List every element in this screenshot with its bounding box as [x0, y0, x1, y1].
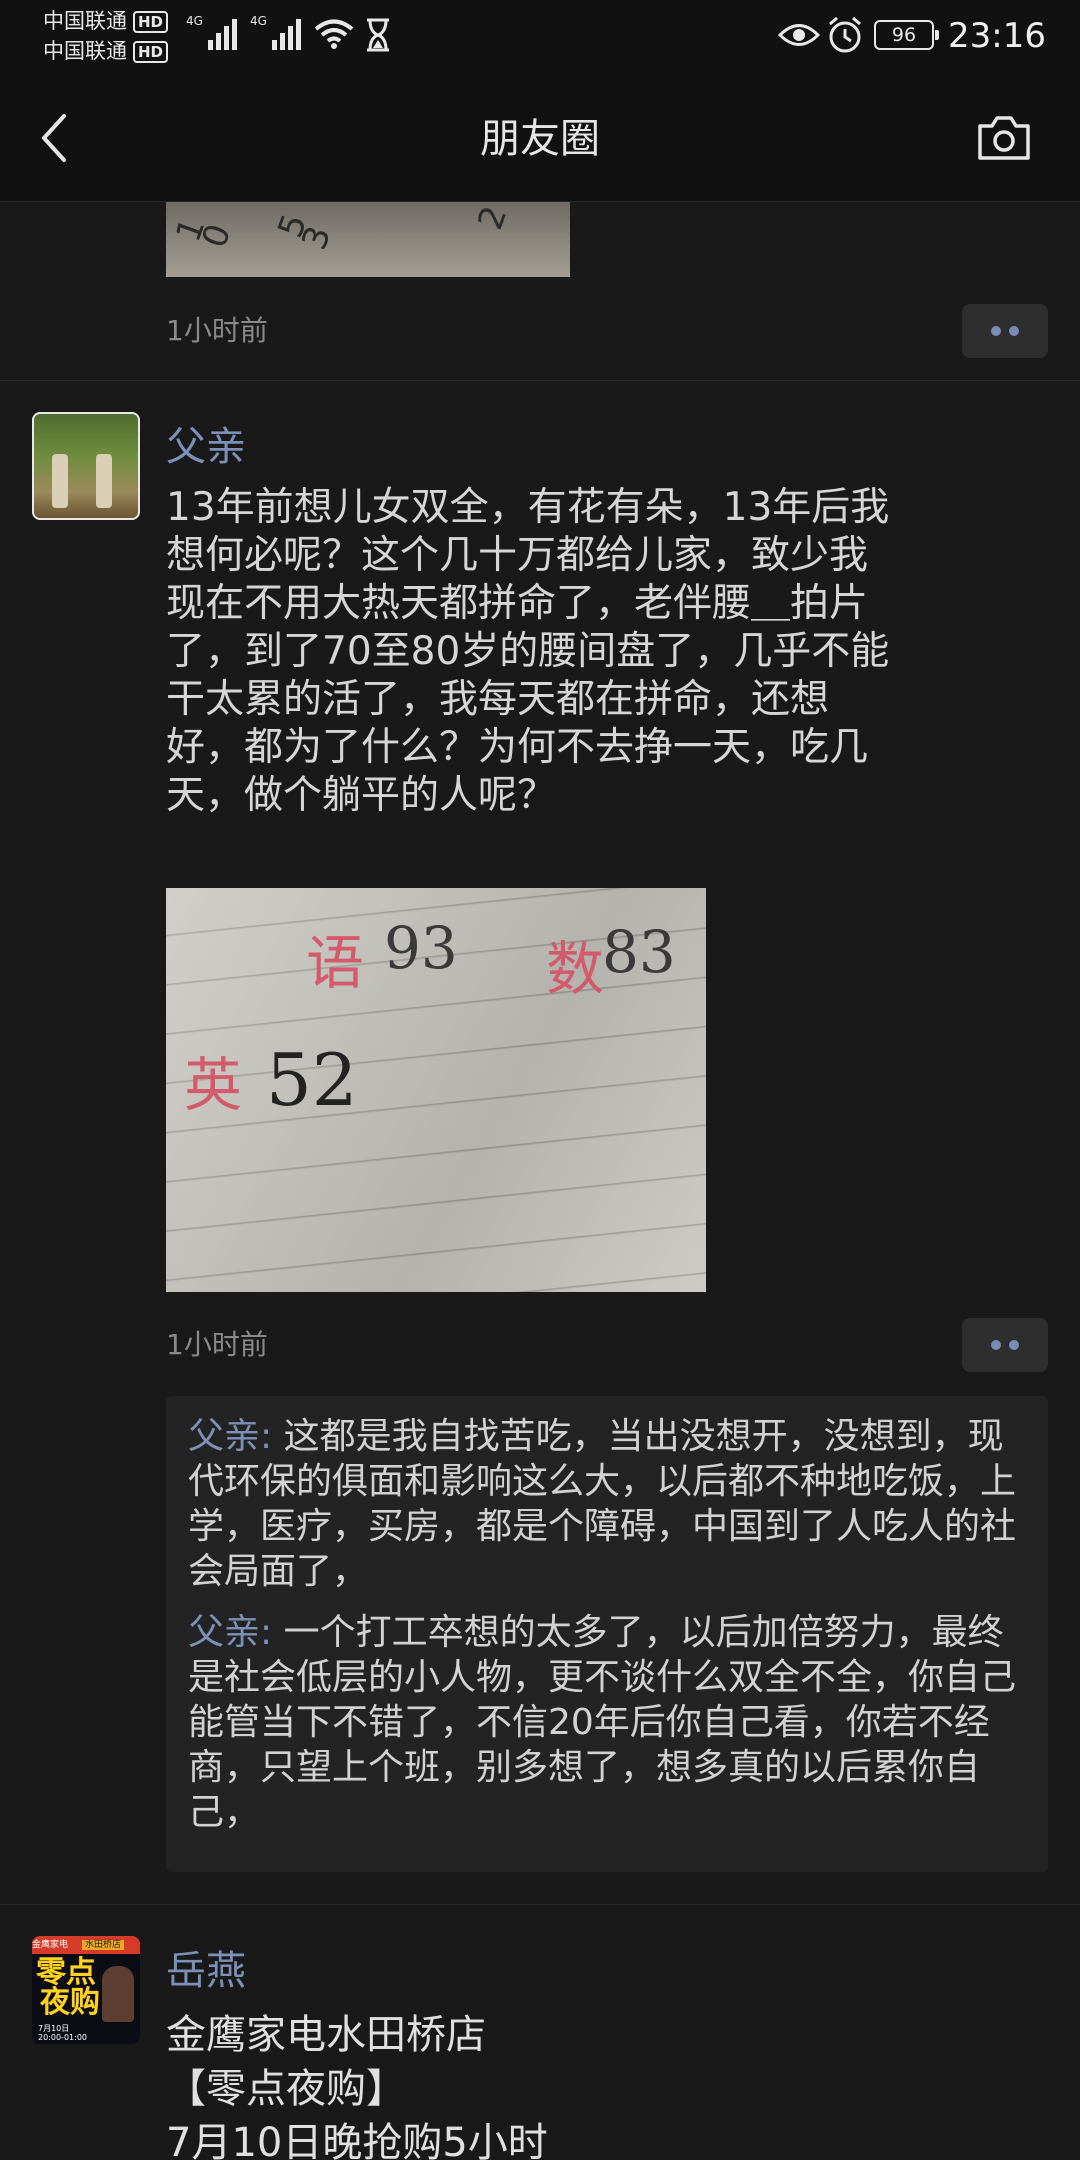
avatar[interactable]: 金鹰家电 水田桥店 零点 夜购 7月10日 20:00-01:00: [32, 1936, 140, 2044]
carrier-info: 中国联通 HD 中国联通 HD: [43, 6, 169, 66]
signal-icon: 4G: [186, 14, 237, 50]
avatar-text: 20:00-01:00: [38, 2033, 87, 2042]
post-image[interactable]: 语 93 数 83 英 52: [166, 888, 706, 1292]
battery-icon: 96: [874, 20, 939, 50]
comments-box: 父亲: 这都是我自找苦吃，当出没想开，没想到，现代环保的俱面和影响这么大，以后都…: [166, 1396, 1048, 1872]
avatar-text: 零点: [36, 1955, 96, 1990]
comment-author[interactable]: 父亲: [188, 1416, 260, 1457]
photo-digit: 0: [194, 218, 240, 254]
moments-feed[interactable]: 1 0 5 3 2 1小时前 父亲 13年前想儿女双全，有花有朵，13年后我 想…: [0, 202, 1080, 2160]
photo-digit: 2: [470, 202, 516, 236]
post-author[interactable]: 父亲: [166, 422, 246, 472]
status-bar: 中国联通 HD 中国联通 HD 4G 4G 96 23:16: [0, 0, 1080, 74]
post-text: 13年前想儿女双全，有花有朵，13年后我 想何必呢？这个几十万都给儿家，致少我 …: [166, 485, 890, 818]
photo-text: 52: [266, 1038, 358, 1122]
photo-digit: 3: [294, 220, 340, 256]
more-actions-button[interactable]: [962, 304, 1048, 358]
photo-text: 93: [384, 914, 458, 982]
page-title: 朋友圈: [480, 116, 600, 162]
avatar-banner: 金鹰家电 水田桥店: [32, 1936, 140, 1954]
more-actions-button[interactable]: [962, 1318, 1048, 1372]
hd-badge: HD: [133, 41, 169, 63]
avatar-text: 金鹰家电: [32, 1940, 69, 1950]
comment[interactable]: 父亲: 一个打工卒想的太多了，以后加倍努力，最终是社会低层的小人物，更不谈什么双…: [188, 1610, 1026, 1835]
network-type: 4G: [186, 14, 203, 28]
camera-icon[interactable]: [976, 114, 1032, 162]
post-image[interactable]: 1 0 5 3 2: [166, 202, 570, 277]
network-type: 4G: [250, 14, 267, 28]
comment-author[interactable]: 父亲: [188, 1612, 260, 1653]
photo-text: 83: [602, 918, 676, 986]
post-text: 金鹰家电水田桥店 【零点夜购】 7月10日晚抢购5小时: [166, 2012, 548, 2160]
comment-separator: :: [260, 1416, 284, 1457]
photo-text: 语: [306, 929, 365, 997]
avatar-text: 7月10日: [38, 2024, 70, 2033]
comment-text: 这都是我自找苦吃，当出没想开，没想到，现代环保的俱面和影响这么大，以后都不种地吃…: [188, 1416, 1017, 1592]
eye-icon: [778, 24, 820, 46]
carrier-1: 中国联通: [43, 9, 127, 33]
comment-text: 一个打工卒想的太多了，以后加倍努力，最终是社会低层的小人物，更不谈什么双全不全，…: [188, 1612, 1017, 1833]
title-bar: 朋友圈: [0, 74, 1080, 202]
alarm-icon: [829, 16, 861, 53]
comment-separator: :: [260, 1612, 284, 1653]
carrier-2: 中国联通: [43, 39, 127, 63]
signal-icon: 4G: [250, 14, 301, 50]
avatar-figure: [102, 1966, 134, 2022]
clock: 23:16: [948, 16, 1046, 56]
photo-text: 数: [546, 935, 605, 1003]
comment[interactable]: 父亲: 这都是我自找苦吃，当出没想开，没想到，现代环保的俱面和影响这么大，以后都…: [188, 1414, 1026, 1594]
avatar[interactable]: [32, 412, 140, 520]
hd-badge: HD: [133, 11, 169, 33]
post-time: 1小时前: [166, 1328, 268, 1361]
avatar-text: 水田桥店: [82, 1940, 125, 1950]
divider: [0, 1904, 1080, 1905]
battery-level: 96: [891, 24, 917, 46]
hourglass-icon: [367, 18, 389, 52]
avatar-text: 夜购: [40, 1985, 100, 2020]
divider: [0, 380, 1080, 381]
wifi-icon: [314, 19, 354, 49]
photo-text: 英: [184, 1051, 243, 1119]
post-time: 1小时前: [166, 314, 268, 347]
post-author[interactable]: 岳燕: [166, 1946, 246, 1996]
